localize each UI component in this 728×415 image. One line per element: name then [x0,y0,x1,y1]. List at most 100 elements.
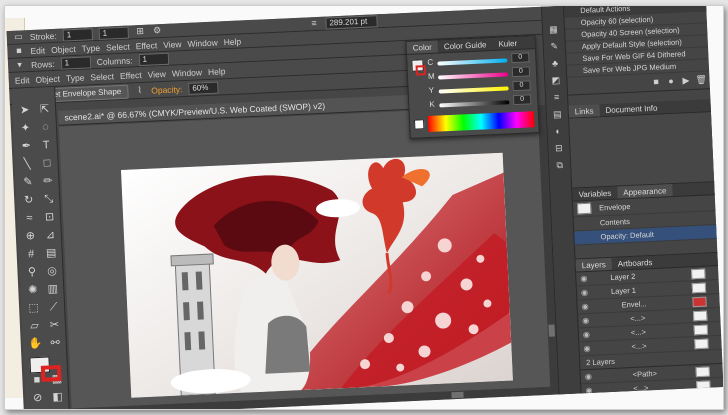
mesh-tool-icon[interactable]: # [21,246,41,264]
draw-mode-icon[interactable]: ◧ [48,389,68,407]
scale-tool-icon[interactable]: ⤡ [39,191,59,209]
brush-tool-icon[interactable]: ✎ [18,174,38,192]
menu-item-edit-secondary[interactable]: Edit [30,45,45,56]
pencil-tool-icon[interactable]: ✏ [38,173,58,191]
eye-icon[interactable]: ◉ [583,342,591,355]
stop-icon[interactable]: ■ [650,76,661,87]
stroke-icon[interactable]: ≡ [551,92,562,103]
menu-item-select-secondary[interactable]: Select [106,41,130,52]
scrollbar-thumb-vertical[interactable] [548,324,555,337]
perspective-tool-icon[interactable]: ⊿ [41,227,61,245]
tab-artboards[interactable]: Artboards [611,256,658,270]
weight-input[interactable]: 1 [98,26,129,40]
menu-item-object[interactable]: Object [35,73,60,84]
transparency-icon[interactable]: ◐ [552,126,563,137]
layer-row[interactable]: ◉<...> [581,391,723,409]
fill-stroke-swatch[interactable] [26,353,65,385]
pathfinder-icon[interactable]: ⧉ [554,160,565,171]
tab-links[interactable]: Links [568,104,600,118]
menu-item-help[interactable]: Help [208,66,226,77]
layer-row[interactable]: ◉<...> [582,405,723,409]
eye-icon[interactable]: ◉ [580,272,588,285]
gear-icon[interactable]: ⚙ [151,25,162,36]
record-icon[interactable]: ● [665,76,676,87]
tab-color-guide[interactable]: Color Guide [438,38,493,52]
align-left-icon[interactable]: ⊞ [134,26,145,37]
free-transform-tool-icon[interactable]: ⊡ [40,209,60,227]
shape-builder-tool-icon[interactable]: ⊕ [21,228,41,246]
menu-item-select[interactable]: Select [90,71,114,82]
color-spectrum[interactable] [427,111,535,133]
direct-selection-tool-icon[interactable]: ⇱ [35,101,55,119]
magic-wand-tool-icon[interactable]: ✦ [16,120,36,138]
symbol-sprayer-tool-icon[interactable]: ✺ [23,282,43,300]
stroke-input[interactable]: 1 [62,27,93,42]
hand-tool-icon[interactable]: ✋ [25,336,45,354]
menu-item-object-secondary[interactable]: Object [51,43,76,54]
none-swatch[interactable] [413,119,425,130]
pen-tool-icon[interactable]: ✒ [16,138,36,156]
menu-item-type[interactable]: Type [66,72,85,83]
blend-tool-icon[interactable]: ◎ [42,263,62,281]
tab-appearance[interactable]: Appearance [617,184,673,199]
yellow-value[interactable]: 0 [512,80,531,92]
black-value[interactable]: 0 [512,94,532,106]
warp-tool-icon[interactable]: ≈ [20,210,40,228]
cyan-value[interactable]: 0 [511,52,530,64]
tab-layers[interactable]: Layers [575,257,613,272]
magenta-slider[interactable] [438,72,509,80]
menu-item-type-secondary[interactable]: Type [81,42,100,53]
align-panel-icon[interactable]: ⊟ [553,143,564,154]
eyedropper-tool-icon[interactable]: ⚲ [22,264,42,282]
cyan-slider[interactable] [437,58,508,66]
yellow-slider[interactable] [438,86,509,94]
artboard-tool-icon[interactable]: ⬚ [24,300,44,318]
eye-icon[interactable]: ◉ [581,286,589,299]
graphic-styles-icon[interactable]: ◩ [550,75,561,86]
gradient-icon[interactable]: ▤ [552,109,563,120]
width-input[interactable]: 289.201 pt [325,14,378,30]
eye-icon[interactable]: ◉ [585,370,593,383]
tab-kuler[interactable]: Kuler [492,37,523,50]
warp-icon[interactable]: ⌇ [134,85,145,96]
opacity-input[interactable]: 60% [188,81,219,95]
eye-icon[interactable]: ◉ [581,300,589,313]
chevron-down-icon[interactable]: ▾ [14,59,25,70]
rotate-tool-icon[interactable]: ↻ [19,192,39,210]
menu-item-edit[interactable]: Edit [15,75,30,86]
lasso-tool-icon[interactable]: ◌ [36,119,56,137]
gradient-tool-icon[interactable]: ▤ [41,245,61,263]
line-tool-icon[interactable]: ╲ [17,156,37,174]
rows-input[interactable]: 1 [60,55,91,70]
menu-item-view[interactable]: View [147,68,166,79]
menu-item-window-secondary[interactable]: Window [187,37,218,48]
eye-icon[interactable]: ◉ [585,384,593,397]
tab-color[interactable]: Color [406,40,439,54]
graph-tool-icon[interactable]: ▥ [43,281,63,299]
stroke-preview-swatch[interactable] [415,65,426,76]
swatches-icon[interactable]: ▦ [548,24,559,35]
zoom-tool-icon[interactable]: ⚯ [45,335,65,353]
black-slider[interactable] [439,100,510,108]
symbols-icon[interactable]: ♣ [549,58,560,69]
menu-item-window[interactable]: Window [172,67,203,78]
type-tool-icon[interactable]: T [36,137,56,155]
scrollbar-thumb[interactable] [451,391,464,399]
artboard[interactable] [120,152,513,398]
brushes-icon[interactable]: ✎ [549,41,560,52]
stroke-swatch[interactable] [40,364,62,382]
none-mode-icon[interactable]: ⊘ [28,390,48,408]
align-icon[interactable]: ≡ [308,18,319,29]
play-icon[interactable]: ▶ [680,75,691,86]
rectangle-tool-icon[interactable]: □ [37,155,57,173]
document-icon[interactable]: ▭ [13,31,24,42]
trash-icon[interactable]: 🗑 [695,74,707,85]
eraser-tool-icon[interactable]: ▱ [25,318,45,336]
screen-mode-icon[interactable]: ▣ [29,408,49,409]
selection-tool-icon[interactable]: ➤ [15,102,35,120]
magenta-value[interactable]: 0 [511,66,531,78]
eye-icon[interactable]: ◉ [583,328,591,341]
columns-input[interactable]: 1 [138,52,169,66]
menu-item-effect[interactable]: Effect [120,70,142,81]
eye-icon[interactable]: ◉ [586,398,594,409]
